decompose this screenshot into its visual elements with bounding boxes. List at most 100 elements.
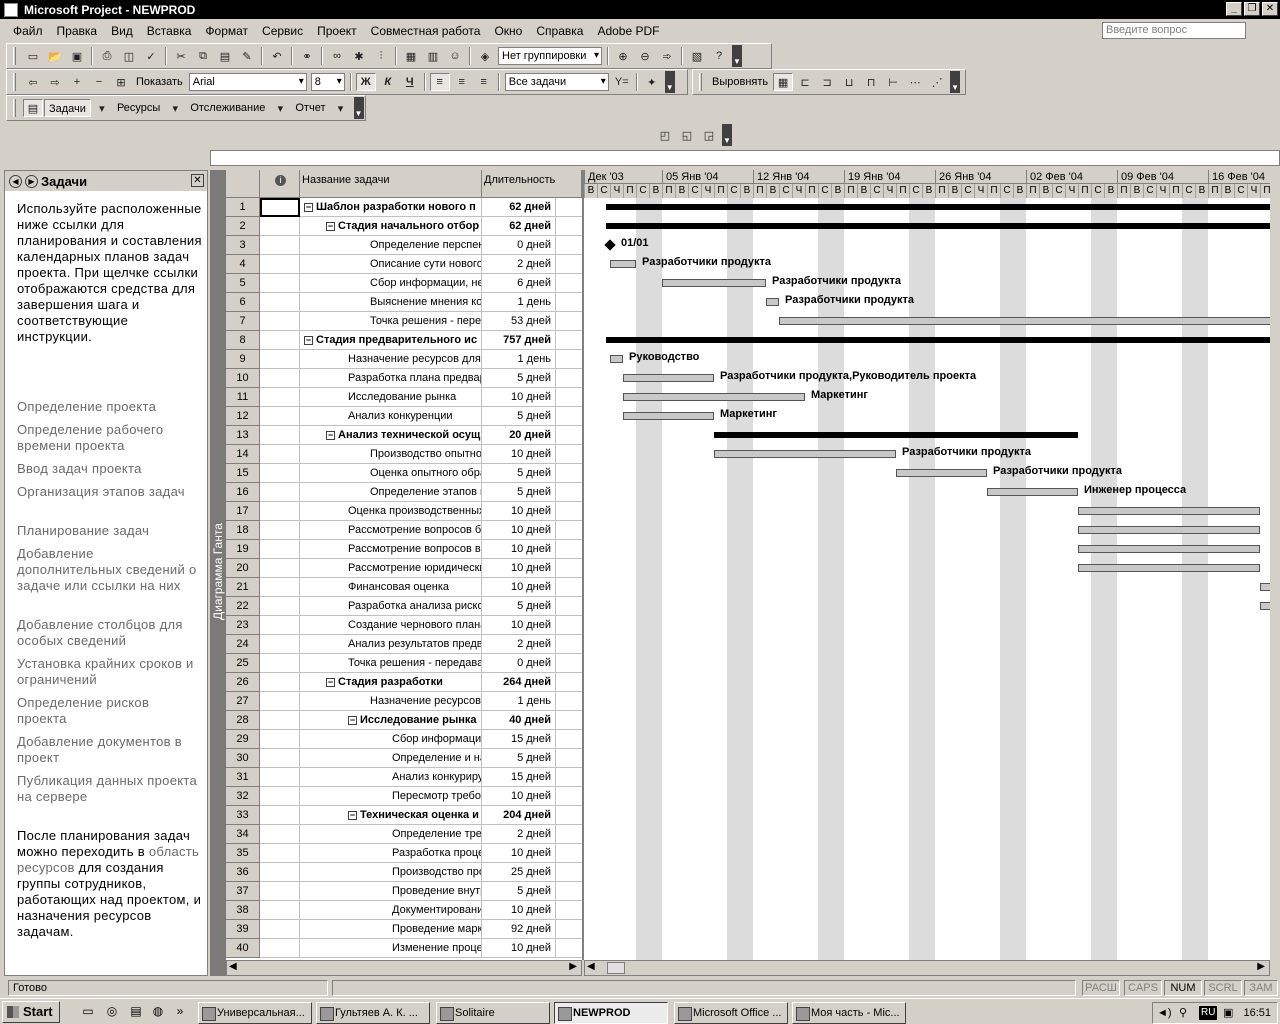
- row-number[interactable]: 24: [226, 635, 260, 654]
- indicator-cell[interactable]: [260, 863, 300, 882]
- gantt-scrollbar[interactable]: ◀ ▶: [584, 960, 1270, 976]
- font-select[interactable]: Arial: [188, 73, 307, 91]
- font-size-select[interactable]: 8: [310, 73, 345, 91]
- indicator-cell[interactable]: [260, 825, 300, 844]
- gantt-wizard-icon[interactable]: ✦: [642, 73, 662, 91]
- table-row[interactable]: 37 Проведение внутр 5 дней: [226, 882, 582, 901]
- entry-bar[interactable]: [210, 150, 1280, 166]
- indicator-cell[interactable]: [260, 312, 300, 331]
- row-number[interactable]: 1: [226, 198, 260, 217]
- duration-cell[interactable]: 25 дней: [482, 863, 556, 882]
- align-left-icon[interactable]: ≡: [429, 73, 450, 91]
- row-number[interactable]: 39: [226, 920, 260, 939]
- task-name-cell[interactable]: − Шаблон разработки нового п: [300, 198, 482, 217]
- menu-file[interactable]: Файл: [6, 24, 50, 38]
- indicator-cell[interactable]: [260, 502, 300, 521]
- row-number[interactable]: 31: [226, 768, 260, 787]
- indicator-cell[interactable]: [260, 806, 300, 825]
- collapse-icon[interactable]: −: [304, 335, 313, 345]
- table-row[interactable]: 32 Пересмотр требов 10 дней: [226, 787, 582, 806]
- indicator-cell[interactable]: [260, 844, 300, 863]
- duration-cell[interactable]: 5 дней: [482, 483, 556, 502]
- task-bar[interactable]: [1260, 583, 1270, 591]
- indicator-cell[interactable]: [260, 464, 300, 483]
- duration-cell[interactable]: 10 дней: [482, 844, 556, 863]
- duration-cell[interactable]: 1 день: [482, 293, 556, 312]
- toolbar-options-icon[interactable]: ▼: [732, 45, 742, 67]
- duration-cell[interactable]: 204 дней: [482, 806, 556, 825]
- duration-cell[interactable]: 10 дней: [482, 901, 556, 920]
- show-dropdown[interactable]: Показать: [132, 73, 187, 91]
- table-row[interactable]: 8− Стадия предварительного ис 757 дней: [226, 331, 582, 350]
- table-row[interactable]: 13 − Анализ технической осущ 20 дней: [226, 426, 582, 445]
- table-row[interactable]: 1 − Шаблон разработки нового п 62 дней: [226, 198, 582, 217]
- duration-cell[interactable]: 10 дней: [482, 616, 556, 635]
- assign-resources-icon[interactable]: ☺: [445, 47, 465, 65]
- duration-cell[interactable]: 15 дней: [482, 730, 556, 749]
- grouping-select[interactable]: Нет группировки: [498, 47, 602, 65]
- summary-bar[interactable]: [606, 204, 1270, 210]
- duration-cell[interactable]: 6 дней: [482, 274, 556, 293]
- duration-cell[interactable]: 62 дней: [482, 198, 556, 217]
- hyperlink-icon[interactable]: ⚭: [297, 47, 317, 65]
- tracking-guide-button[interactable]: Отслеживание: [186, 99, 269, 117]
- link-define-project[interactable]: Определение проекта: [17, 399, 202, 415]
- indicator-cell[interactable]: [260, 217, 300, 236]
- table-row[interactable]: 26− Стадия разработки 264 дней: [226, 673, 582, 692]
- resources-guide-button[interactable]: Ресурсы: [113, 99, 164, 117]
- task-name-cell[interactable]: Назначение ресурсов для п: [300, 350, 482, 369]
- task-name-cell[interactable]: − Стадия начального отбор: [300, 217, 482, 236]
- duration-cell[interactable]: 5 дней: [482, 597, 556, 616]
- table-row[interactable]: 38 Документирование 10 дней: [226, 901, 582, 920]
- new-icon[interactable]: ▭: [23, 47, 43, 65]
- table-row[interactable]: 4 Описание сути нового п2 дней: [226, 255, 582, 274]
- zoom-out-icon[interactable]: ⊖: [635, 47, 655, 65]
- menu-edit[interactable]: Правка: [50, 24, 105, 38]
- taskbar-button-2[interactable]: Гультяев А. К. ...: [316, 1002, 430, 1024]
- outdent-icon[interactable]: ⇦: [23, 73, 43, 91]
- table-row[interactable]: 7 Точка решения - переда 53 дней: [226, 312, 582, 331]
- close-button[interactable]: ✕: [1262, 2, 1278, 16]
- task-name-cell[interactable]: Определение этапов пр: [300, 483, 482, 502]
- indicator-cell[interactable]: [260, 730, 300, 749]
- indicator-cell[interactable]: [260, 673, 300, 692]
- duration-cell[interactable]: 10 дней: [482, 502, 556, 521]
- task-name-cell[interactable]: − Исследование рынка: [300, 711, 482, 730]
- layout-6-icon[interactable]: ⋯: [905, 73, 925, 91]
- menu-format[interactable]: Формат: [198, 24, 255, 38]
- row-number[interactable]: 33: [226, 806, 260, 825]
- bold-button[interactable]: Ж: [355, 73, 376, 91]
- task-name-cell[interactable]: − Анализ технической осущ: [300, 426, 482, 445]
- diagram-icon[interactable]: ▦: [773, 73, 794, 91]
- duration-cell[interactable]: 2 дней: [482, 635, 556, 654]
- pdf-review-icon[interactable]: ◲: [699, 126, 719, 144]
- align-right-icon[interactable]: ≡: [474, 73, 494, 91]
- paste-icon[interactable]: ▤: [215, 47, 235, 65]
- scroll-right-icon[interactable]: ▶: [569, 961, 577, 972]
- task-bar[interactable]: [623, 393, 805, 401]
- link-add-task-info[interactable]: Добавление дополнительных сведений о зад…: [17, 546, 202, 594]
- indicator-cell[interactable]: [260, 388, 300, 407]
- pdf-convert-icon[interactable]: ◰: [655, 126, 675, 144]
- task-name-cell[interactable]: Пересмотр требов: [300, 787, 482, 806]
- table-row[interactable]: 5 Сбор информации, необ6 дней: [226, 274, 582, 293]
- duration-cell[interactable]: 757 дней: [482, 331, 556, 350]
- duration-cell[interactable]: 1 день: [482, 692, 556, 711]
- table-row[interactable]: 6 Выяснение мнения ком 1 день: [226, 293, 582, 312]
- menu-tools[interactable]: Сервис: [255, 24, 310, 38]
- row-number[interactable]: 3: [226, 236, 260, 255]
- indicator-cell[interactable]: [260, 426, 300, 445]
- task-bar[interactable]: [987, 488, 1078, 496]
- help-icon[interactable]: ?: [709, 47, 729, 65]
- table-row[interactable]: 31 Анализ конкурирук 15 дней: [226, 768, 582, 787]
- layout-7-icon[interactable]: ⋰: [927, 73, 947, 91]
- quicklaunch-media-icon[interactable]: ▤: [128, 1004, 144, 1020]
- hide-subtasks-icon[interactable]: −: [89, 73, 109, 91]
- align-dropdown[interactable]: Выровнять: [708, 73, 772, 91]
- task-name-cell[interactable]: Определение перспекти: [300, 236, 482, 255]
- duration-cell[interactable]: 40 дней: [482, 711, 556, 730]
- duration-cell[interactable]: 10 дней: [482, 540, 556, 559]
- menu-adobe-pdf[interactable]: Adobe PDF: [590, 24, 666, 38]
- task-name-cell[interactable]: Производство опытног: [300, 445, 482, 464]
- table-row[interactable]: 21 Финансовая оценка 10 дней: [226, 578, 582, 597]
